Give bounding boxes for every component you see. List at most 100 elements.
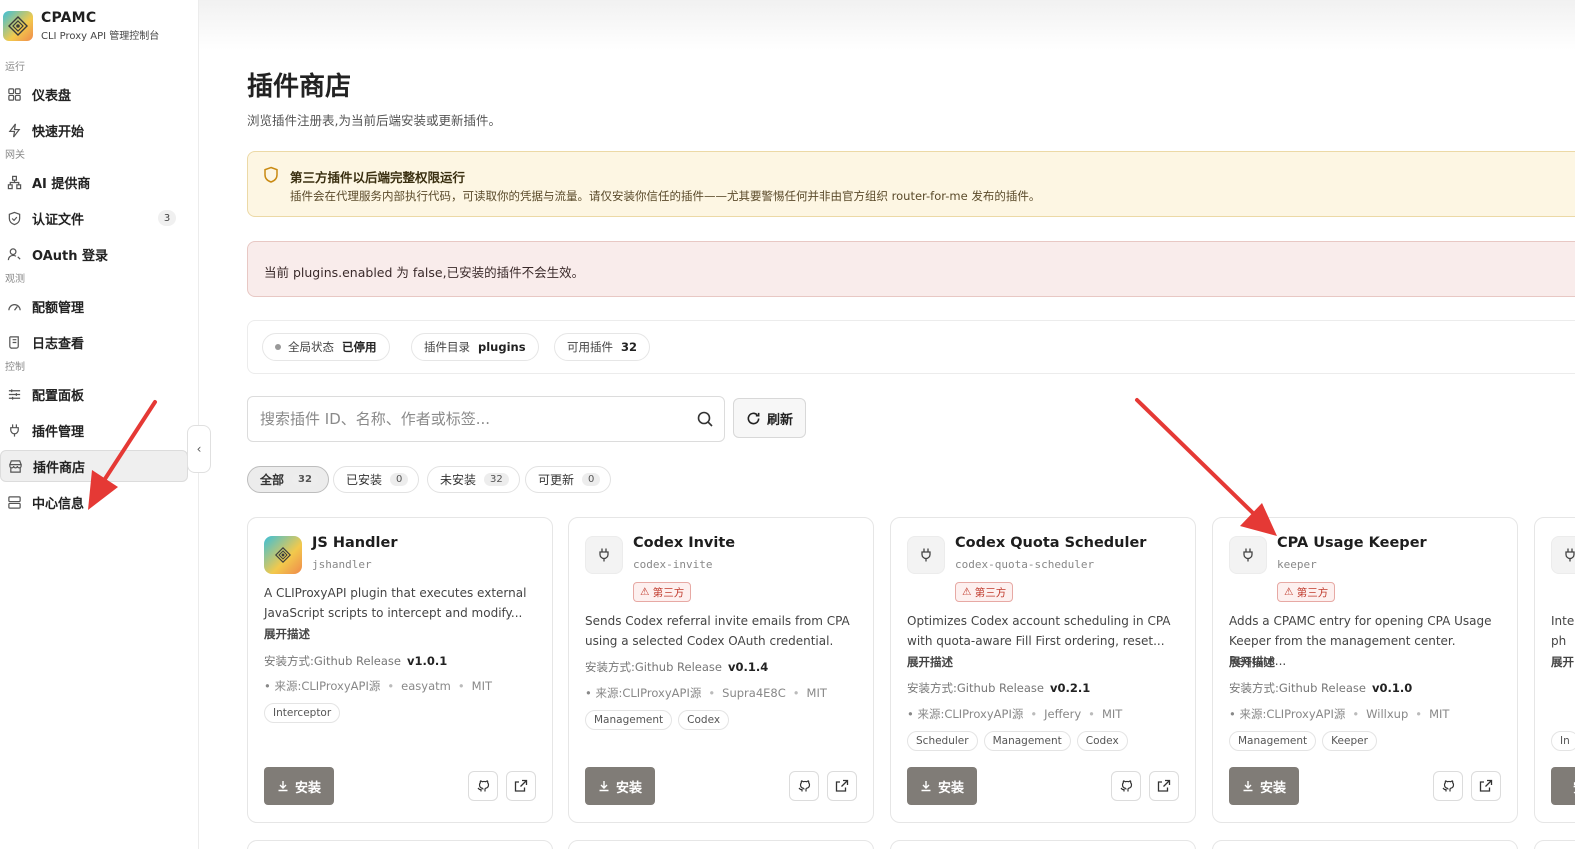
auth-files-count-badge: 3: [158, 210, 176, 226]
plugin-tag: Codex: [1076, 731, 1128, 751]
sidebar-item-dashboard[interactable]: 仪表盘: [0, 76, 198, 112]
search-icon[interactable]: [696, 410, 714, 428]
section-label-observe: 观测: [5, 274, 25, 285]
plugin-meta: • 来源:CLIProxyAPI源 • Jeffery • MIT: [907, 707, 1123, 721]
install-method: 安装方式:Github Release v1.0.1: [264, 653, 447, 669]
install-label: 安装: [294, 780, 321, 796]
plugin-description: Inte ph: [1551, 614, 1575, 648]
page-subtitle: 浏览插件注册表,为当前后端安装或更新插件。: [247, 113, 501, 128]
global-status-chip: 全局状态 已停用: [262, 333, 390, 361]
expand-description-link[interactable]: 展开描述: [1229, 654, 1275, 670]
github-link-button[interactable]: [1433, 771, 1463, 801]
plugin-tags: Management Codex: [585, 710, 730, 730]
section-label-run: 运行: [5, 62, 25, 73]
sidebar-item-oauth-login[interactable]: OAuth 登录: [0, 236, 198, 272]
plug-icon: [907, 536, 945, 574]
expand-description-link[interactable]: 展开描述: [907, 654, 953, 670]
plugin-source: CLIProxyAPI源: [622, 686, 702, 700]
github-link-button[interactable]: [1111, 771, 1141, 801]
plugin-tag: Management: [585, 710, 673, 730]
sidebar-item-auth-files[interactable]: 认证文件 3: [0, 200, 198, 236]
plugin-author: Supra4E8C: [722, 686, 786, 700]
expand-description-link[interactable]: 展开: [1551, 654, 1574, 670]
expand-description-link[interactable]: 展开描述: [264, 626, 310, 642]
install-label: 安装: [615, 780, 642, 796]
sidebar-item-label: 配额管理: [32, 300, 85, 316]
plugin-card-cropped: [1534, 840, 1575, 849]
third-party-badge: ⚠ 第三方: [1277, 582, 1336, 602]
available-plugins-value: 32: [621, 340, 638, 354]
open-external-button[interactable]: [827, 771, 857, 801]
sidebar-item-plugin-management[interactable]: 插件管理: [0, 412, 198, 448]
github-icon: [477, 780, 490, 792]
plugin-tag: Management: [983, 731, 1071, 751]
open-external-button[interactable]: [1149, 771, 1179, 801]
jshandler-logo-icon: [264, 536, 302, 574]
network-icon: [6, 174, 22, 190]
plugin-id: jshandler: [312, 558, 372, 571]
filter-tab-installed[interactable]: 已安装 0: [333, 466, 420, 493]
search-input[interactable]: [248, 397, 668, 441]
github-link-button[interactable]: [468, 771, 498, 801]
plug-icon: [1551, 536, 1575, 574]
plugin-source: CLIProxyAPI源: [944, 707, 1024, 721]
sidebar-item-label: 日志查看: [32, 336, 85, 352]
plugin-source: CLIProxyAPI源: [301, 679, 381, 693]
source-label: 来源:: [1239, 707, 1267, 721]
available-plugins-label: 可用插件: [567, 340, 613, 354]
sidebar-item-log-viewer[interactable]: 日志查看: [0, 324, 198, 360]
plugin-source: CLIProxyAPI源: [1266, 707, 1346, 721]
plugin-tags: Management Keeper: [1229, 731, 1377, 751]
plugin-tag: Scheduler: [907, 731, 978, 751]
install-button[interactable]: 安装: [1229, 767, 1299, 805]
sidebar-item-ai-providers[interactable]: AI 提供商: [0, 164, 198, 200]
warning-triangle-icon: ⚠: [1284, 586, 1297, 598]
refresh-button[interactable]: 刷新: [733, 398, 806, 438]
plugin-license: MIT: [1429, 707, 1450, 721]
open-external-button[interactable]: [1471, 771, 1501, 801]
install-method-label: 安装方式:: [907, 681, 957, 695]
filter-tab-label: 可更新: [538, 473, 575, 487]
filter-tab-all[interactable]: 全部 32: [247, 466, 329, 493]
sidebar-item-center-info[interactable]: 中心信息: [0, 484, 198, 520]
install-button[interactable]: 安装: [585, 767, 655, 805]
external-link-icon: [835, 779, 849, 792]
download-icon: [1243, 781, 1253, 792]
filter-tab-count: 0: [390, 473, 409, 486]
install-method-value: Github Release: [1278, 681, 1366, 695]
sidebar-item-quick-start[interactable]: 快速开始: [0, 112, 198, 148]
brand[interactable]: CPAMC CLI Proxy API 管理控制台: [0, 0, 198, 52]
sliders-icon: [6, 386, 22, 402]
install-method-value: Github Release: [313, 654, 401, 668]
plugin-description: Optimizes Codex account scheduling in CP…: [907, 614, 1171, 648]
open-external-button[interactable]: [506, 771, 536, 801]
install-method-label: 安装方式:: [1229, 681, 1279, 695]
third-party-label: 第三方: [974, 586, 1007, 599]
install-button[interactable]: 安装: [1551, 767, 1575, 805]
sidebar-item-plugin-store[interactable]: 插件商店: [0, 450, 188, 482]
third-party-label: 第三方: [1296, 586, 1329, 599]
plugin-meta: • 来源:CLIProxyAPI源 • Willxup • MIT: [1229, 707, 1450, 721]
filter-tab-not-installed[interactable]: 未安装 32: [427, 466, 520, 493]
sidebar-item-quota-management[interactable]: 配额管理: [0, 288, 198, 324]
plugin-name: JS Handler: [312, 535, 398, 551]
plugin-id: codex-invite: [633, 558, 713, 571]
install-button[interactable]: 安装: [907, 767, 977, 805]
install-label: 安装: [937, 780, 964, 796]
source-label: 来源:: [595, 686, 623, 700]
install-button[interactable]: 安装: [264, 767, 334, 805]
collapse-sidebar-button[interactable]: ‹: [187, 425, 211, 473]
filter-tab-updatable[interactable]: 可更新 0: [525, 466, 612, 493]
install-method-value: Github Release: [634, 660, 722, 674]
plugin-id: codex-quota-scheduler: [955, 558, 1095, 571]
plugin-version: v0.1.4: [727, 660, 769, 674]
plugin-version: v0.2.1: [1049, 681, 1091, 695]
plugin-id: keeper: [1277, 558, 1317, 571]
install-method: 安装方式:Github Release v0.2.1: [907, 680, 1090, 696]
plugin-description: A CLIProxyAPI plugin that executes exter…: [264, 586, 527, 620]
sidebar-item-config-panel[interactable]: 配置面板: [0, 376, 198, 412]
global-status-value: 已停用: [342, 340, 377, 354]
github-link-button[interactable]: [789, 771, 819, 801]
plug-icon: [1229, 536, 1267, 574]
shield-warning-icon: [262, 166, 280, 184]
